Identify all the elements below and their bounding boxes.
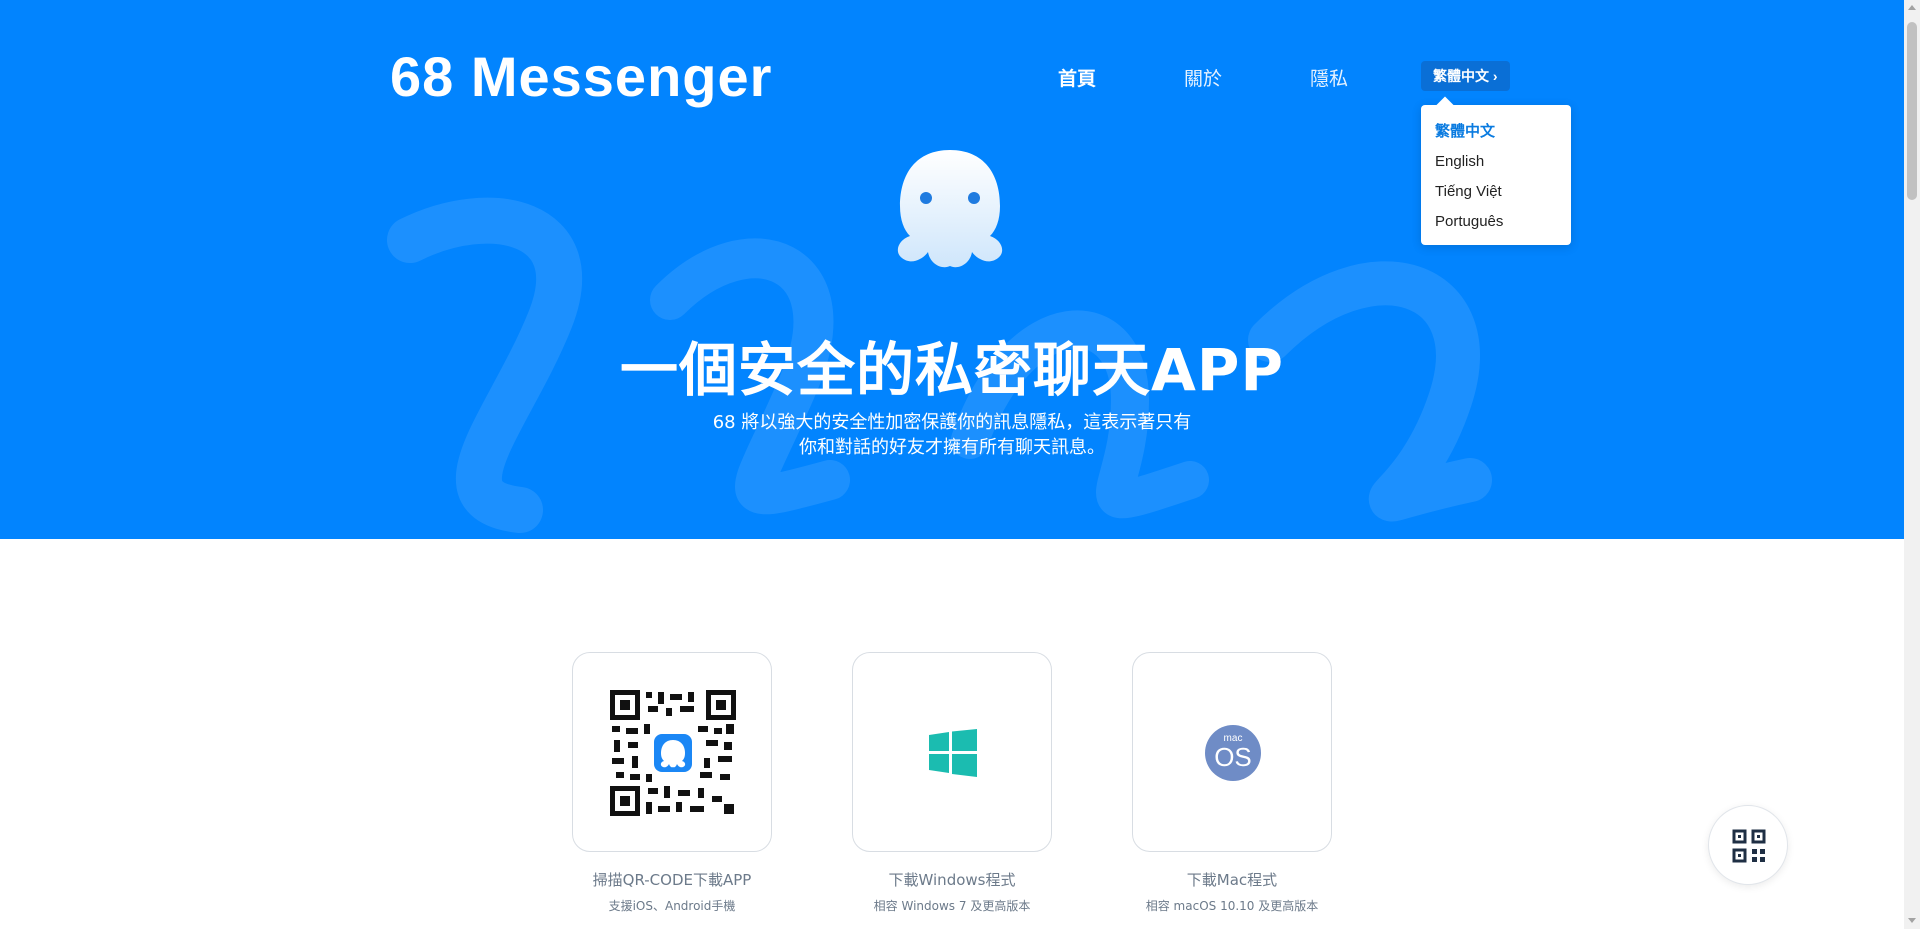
mac-download-subtitle: 相容 macOS 10.10 及更高版本 bbox=[1145, 899, 1319, 913]
qr-download-title[interactable]: 掃描QR-CODE下載APP bbox=[542, 869, 802, 890]
main-nav: 首頁 關於 隱私 bbox=[1058, 64, 1436, 91]
language-dropdown-menu: 繁體中文 English Tiếng Việt Português bbox=[1421, 105, 1571, 245]
language-option-pt[interactable]: Português bbox=[1421, 207, 1571, 237]
nav-item-privacy[interactable]: 隱私 bbox=[1310, 64, 1348, 91]
nav-item-home[interactable]: 首頁 bbox=[1058, 64, 1096, 91]
qr-download-card[interactable] bbox=[572, 652, 772, 852]
windows-download-title[interactable]: 下載Windows程式 bbox=[822, 869, 1082, 890]
qr-code-icon bbox=[610, 690, 736, 816]
mac-download-title[interactable]: 下載Mac程式 bbox=[1102, 869, 1362, 890]
qr-download-subtitle: 支援iOS、Android手機 bbox=[608, 899, 736, 913]
language-option-vi[interactable]: Tiếng Việt bbox=[1421, 177, 1571, 207]
language-option-en[interactable]: English bbox=[1421, 147, 1571, 177]
qr-code-icon bbox=[1732, 829, 1766, 863]
octopus-mascot-icon bbox=[897, 150, 1003, 268]
hero-subtitle-line-2: 你和對話的好友才擁有所有聊天訊息。 bbox=[799, 437, 1105, 458]
hero-section: 68 Messenger 首頁 關於 隱私 繁體中文 › 繁體中文 Englis… bbox=[0, 0, 1904, 539]
page: 68 Messenger 首頁 關於 隱私 繁體中文 › 繁體中文 Englis… bbox=[0, 0, 1920, 929]
language-option-zh-tw[interactable]: 繁體中文 bbox=[1421, 117, 1571, 147]
chevron-right-icon: › bbox=[1492, 68, 1498, 84]
scrollbar-thumb[interactable] bbox=[1907, 22, 1917, 200]
language-current-label: 繁體中文 bbox=[1433, 68, 1489, 84]
windows-download-subtitle: 相容 Windows 7 及更高版本 bbox=[873, 899, 1031, 913]
floating-qr-button[interactable] bbox=[1708, 805, 1788, 885]
hero-headline: 一個安全的私密聊天APP bbox=[620, 336, 1284, 404]
hero-subtitle: 68 將以強大的安全性加密保護你的訊息隱私，這表示著只有 你和對話的好友才擁有所… bbox=[0, 410, 1904, 460]
nav-item-about[interactable]: 關於 bbox=[1184, 64, 1222, 91]
language-switcher-button[interactable]: 繁體中文 › bbox=[1421, 61, 1510, 91]
mac-download-card[interactable]: mac OS bbox=[1132, 652, 1332, 852]
windows-download-card[interactable] bbox=[852, 652, 1052, 852]
hero-subtitle-line-1: 68 將以強大的安全性加密保護你的訊息隱私，這表示著只有 bbox=[712, 412, 1192, 433]
brand-logo[interactable]: 68 Messenger bbox=[390, 44, 772, 109]
macos-icon: mac OS bbox=[1205, 725, 1261, 781]
scroll-down-arrow-icon[interactable] bbox=[1908, 918, 1916, 923]
windows-icon bbox=[929, 729, 977, 777]
scroll-up-arrow-icon[interactable] bbox=[1908, 5, 1916, 10]
macos-badge-large: OS bbox=[1214, 742, 1252, 772]
